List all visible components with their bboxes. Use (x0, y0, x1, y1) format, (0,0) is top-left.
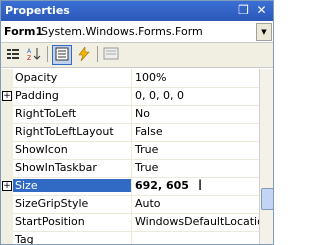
property-toolbar: AZ (1, 43, 273, 68)
property-value[interactable]: Auto (135, 197, 161, 210)
pin-icon[interactable]: ❒ (236, 3, 251, 18)
property-name[interactable]: Opacity (15, 71, 129, 84)
property-name[interactable]: Padding (15, 89, 129, 102)
column-divider[interactable] (131, 177, 132, 195)
row-gutter (1, 213, 13, 231)
row-gutter (1, 123, 13, 141)
row-gutter (1, 231, 13, 244)
svg-text:A: A (27, 48, 32, 55)
property-name[interactable]: Tag (15, 233, 129, 244)
object-selector[interactable]: Form1 System.Windows.Forms.Form ▼ (1, 22, 273, 43)
toolbar-separator (47, 46, 48, 62)
property-value[interactable]: No (135, 107, 150, 120)
property-value[interactable]: 692, 605 (135, 179, 189, 192)
properties-window: Properties ❒ ✕ Form1 System.Windows.Form… (0, 0, 274, 245)
property-name[interactable]: ShowInTaskbar (15, 161, 129, 174)
expand-icon[interactable]: + (2, 181, 12, 191)
property-value[interactable]: 100% (135, 71, 166, 84)
property-row[interactable]: + Size 692, 605 I (1, 177, 259, 196)
column-divider[interactable] (131, 213, 132, 231)
property-row[interactable]: Opacity 100% (1, 69, 259, 88)
property-pages-icon[interactable] (102, 45, 120, 63)
property-row[interactable]: ShowIcon True (1, 141, 259, 160)
text-cursor-icon: I (198, 178, 203, 194)
property-row[interactable]: RightToLeft No (1, 105, 259, 124)
properties-icon[interactable] (52, 45, 72, 65)
dropdown-arrow-icon[interactable]: ▼ (256, 23, 272, 41)
categorized-icon[interactable] (4, 45, 22, 63)
property-value[interactable]: True (135, 161, 158, 174)
column-divider[interactable] (131, 123, 132, 141)
property-name[interactable]: Size (13, 179, 131, 192)
object-type: System.Windows.Forms.Form (41, 25, 203, 38)
vertical-scrollbar[interactable] (259, 69, 273, 244)
object-name: Form1 (4, 25, 44, 38)
alphabetical-icon[interactable]: AZ (25, 45, 43, 63)
property-value[interactable]: True (135, 143, 158, 156)
property-row[interactable]: ShowInTaskbar True (1, 159, 259, 178)
property-grid: Opacity 100% + Padding 0, 0, 0, 0 RightToLeft… (1, 69, 259, 244)
property-name[interactable]: RightToLeftLayout (15, 125, 129, 138)
property-row[interactable]: RightToLeftLayout False (1, 123, 259, 142)
expand-icon[interactable]: + (2, 91, 12, 101)
scrollbar-thumb[interactable] (261, 188, 273, 210)
property-name[interactable]: ShowIcon (15, 143, 129, 156)
toolbar-separator (97, 46, 98, 62)
property-row[interactable]: StartPosition WindowsDefaultLocation (1, 213, 259, 232)
property-value[interactable]: WindowsDefaultLocation (135, 215, 259, 228)
svg-text:Z: Z (27, 55, 31, 61)
events-icon[interactable] (75, 45, 93, 63)
row-gutter (1, 105, 13, 123)
property-name[interactable]: RightToLeft (15, 107, 129, 120)
row-gutter (1, 69, 13, 87)
property-name[interactable]: SizeGripStyle (15, 197, 129, 210)
property-value[interactable]: False (135, 125, 163, 138)
window-title: Properties (5, 4, 70, 17)
property-row[interactable]: + Padding 0, 0, 0, 0 (1, 87, 259, 106)
title-bar[interactable]: Properties ❒ ✕ (1, 1, 273, 21)
property-name[interactable]: StartPosition (15, 215, 129, 228)
column-divider[interactable] (131, 141, 132, 159)
column-divider[interactable] (131, 195, 132, 213)
row-gutter (1, 195, 13, 213)
property-row[interactable]: SizeGripStyle Auto (1, 195, 259, 214)
property-value[interactable]: 0, 0, 0, 0 (135, 89, 184, 102)
row-gutter (1, 141, 13, 159)
column-divider[interactable] (131, 105, 132, 123)
column-divider[interactable] (131, 159, 132, 177)
column-divider[interactable] (131, 231, 132, 244)
close-icon[interactable]: ✕ (254, 3, 269, 18)
property-row[interactable]: Tag (1, 231, 259, 244)
row-gutter (1, 159, 13, 177)
column-divider[interactable] (131, 69, 132, 87)
column-divider[interactable] (131, 87, 132, 105)
